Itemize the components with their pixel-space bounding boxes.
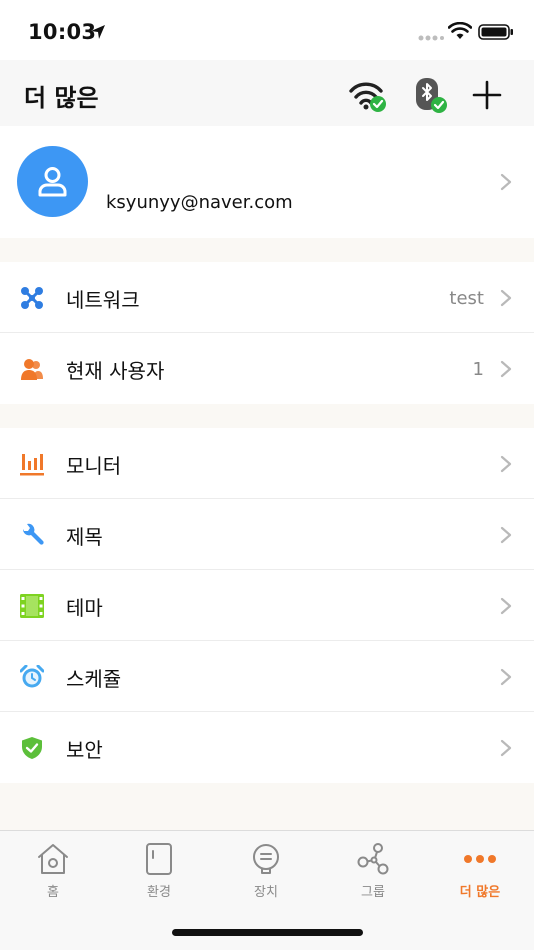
section-separator <box>0 783 534 830</box>
tab-label: 더 많은 <box>459 885 501 900</box>
status-bar: 10:03 <box>0 0 534 60</box>
add-button[interactable] <box>470 78 504 112</box>
monitor-chart-icon <box>20 454 44 476</box>
tab-devices[interactable]: 장치 <box>213 843 319 907</box>
shield-check-icon <box>22 737 42 759</box>
chevron-right-icon <box>500 526 512 544</box>
home-indicator <box>172 929 363 936</box>
section-separator <box>0 238 534 262</box>
menu-item-value: test <box>449 288 484 309</box>
wrench-icon <box>22 523 44 545</box>
wifi-status-icon <box>448 22 472 39</box>
chevron-right-icon <box>500 360 512 378</box>
fridge-icon <box>146 843 172 875</box>
wifi-connected-icon[interactable] <box>348 78 388 112</box>
menu-item-label: 테마 <box>66 596 103 620</box>
more-dots-icon <box>464 855 496 863</box>
tab-label: 장치 <box>254 885 278 900</box>
chevron-right-icon <box>500 289 512 307</box>
chevron-right-icon <box>500 455 512 473</box>
menu-item-value: 1 <box>472 359 484 380</box>
status-time: 10:03 <box>28 20 97 44</box>
device-icon <box>253 844 279 874</box>
home-icon <box>38 844 68 874</box>
location-arrow-icon <box>91 25 105 39</box>
network-icon <box>21 287 43 309</box>
tab-label: 홈 <box>47 885 59 900</box>
tab-home[interactable]: 홈 <box>0 843 106 907</box>
film-icon <box>20 594 44 618</box>
page-title: 더 많은 <box>24 84 99 112</box>
group-share-icon <box>357 843 389 875</box>
menu-item-label: 네트워크 <box>66 288 140 312</box>
tab-label: 환경 <box>147 885 171 900</box>
alarm-clock-icon <box>20 665 44 688</box>
user-icon <box>38 167 67 197</box>
cellular-signal-icon <box>418 35 444 41</box>
menu-item-theme[interactable]: 테마 <box>0 570 534 641</box>
section-separator <box>0 404 534 428</box>
tab-more[interactable]: 더 많은 <box>427 843 533 907</box>
menu-item-monitor[interactable]: 모니터 <box>0 428 534 499</box>
menu-item-title[interactable]: 제목 <box>0 499 534 570</box>
chevron-right-icon <box>500 173 512 191</box>
profile-row[interactable]: ksyunyy@naver.com <box>0 126 534 238</box>
menu-item-label: 스케쥴 <box>66 667 122 691</box>
menu-item-label: 현재 사용자 <box>66 359 165 383</box>
tab-groups[interactable]: 그룹 <box>320 843 426 907</box>
chevron-right-icon <box>500 739 512 757</box>
chevron-right-icon <box>500 597 512 615</box>
menu-item-label: 보안 <box>66 738 103 762</box>
bluetooth-connected-icon[interactable] <box>412 76 448 114</box>
menu-item-label: 제목 <box>66 525 103 549</box>
tab-environment[interactable]: 환경 <box>106 843 212 907</box>
battery-icon <box>478 24 513 40</box>
menu-item-label: 모니터 <box>66 454 122 478</box>
avatar <box>17 146 88 217</box>
users-icon <box>21 359 43 380</box>
chevron-right-icon <box>500 668 512 686</box>
profile-email: ksyunyy@naver.com <box>106 192 293 213</box>
tab-label: 그룹 <box>361 885 385 900</box>
menu-item-security[interactable]: 보안 <box>0 712 534 783</box>
menu-item-current-users[interactable]: 현재 사용자 1 <box>0 333 534 404</box>
menu-item-network[interactable]: 네트워크 test <box>0 262 534 333</box>
nav-bar: 더 많은 <box>0 60 534 126</box>
menu-item-schedule[interactable]: 스케쥴 <box>0 641 534 712</box>
